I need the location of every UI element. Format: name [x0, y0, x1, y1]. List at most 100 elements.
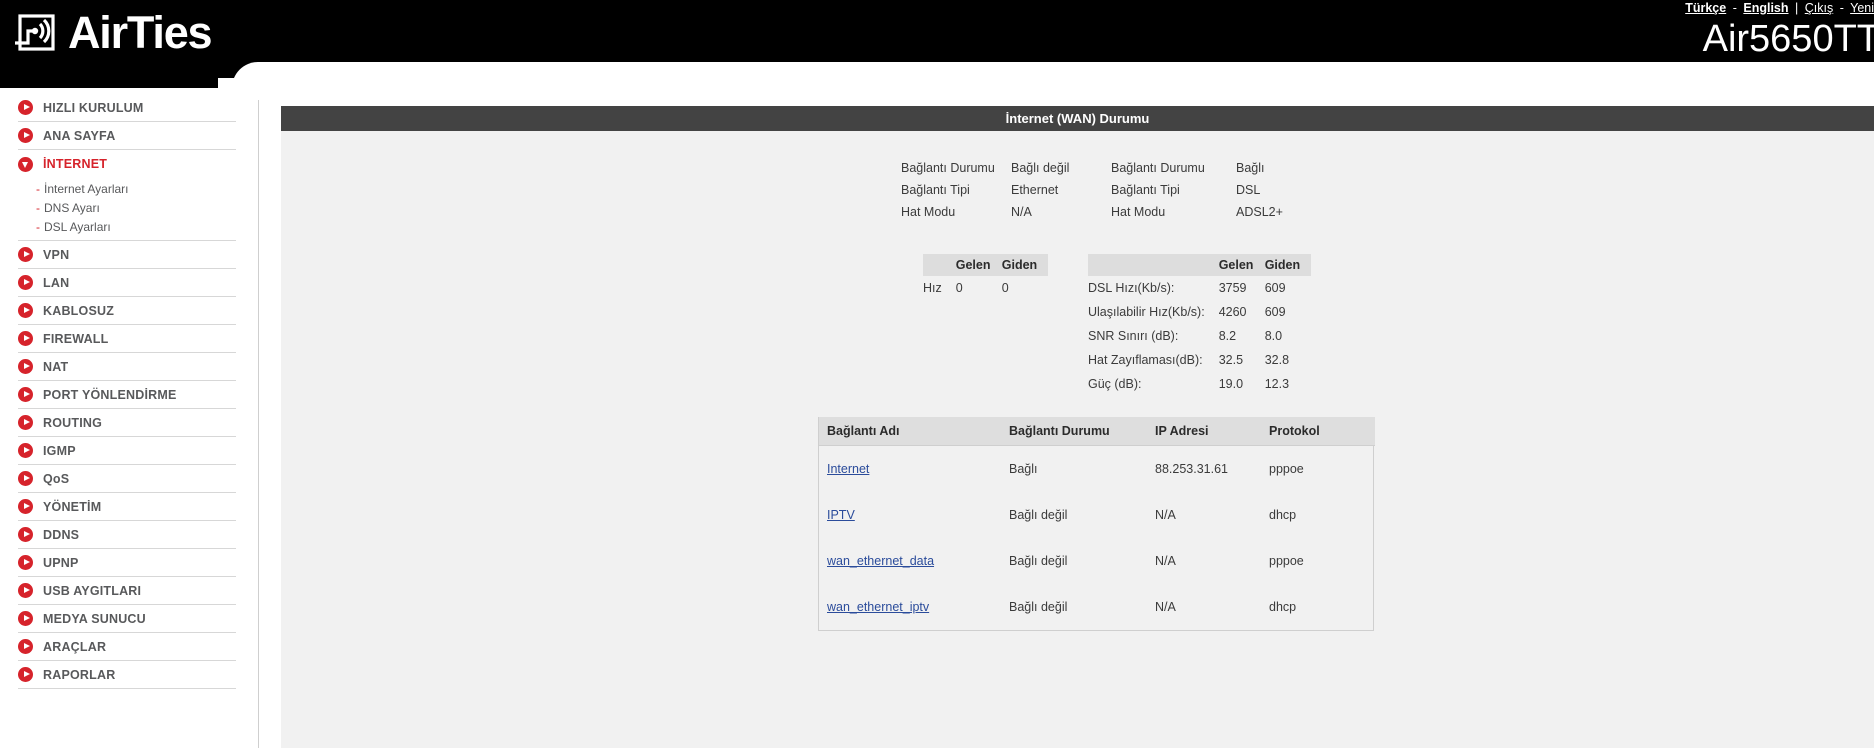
ethernet-connection-type-label: Bağlantı Tipi: [901, 183, 970, 197]
line-attenuation-in: 32.5: [1218, 353, 1244, 367]
sidebar-item-qos[interactable]: QoS: [18, 465, 236, 493]
chevron-right-icon: [18, 100, 33, 115]
header-curve-decoration-2: [218, 78, 1874, 88]
table-row: Hat Zayıflaması(dB): 32.5 32.8: [1088, 348, 1311, 372]
dsl-line-mode-value: ADSL2+: [1236, 205, 1283, 219]
throughput-row-out: 0: [1001, 281, 1009, 295]
logout-link[interactable]: Çıkış: [1805, 1, 1833, 15]
sidebar-item-firewall[interactable]: FIREWALL: [18, 325, 236, 353]
sidebar-item-label: MEDYA SUNUCU: [43, 611, 146, 626]
sidebar-item-port-yonlendirme[interactable]: PORT YÖNLENDİRME: [18, 381, 236, 409]
sidebar-item-routing[interactable]: ROUTING: [18, 409, 236, 437]
table-row: wan_ethernet_iptv Bağlı değil N/A dhcp: [819, 584, 1375, 630]
connection-link-internet[interactable]: Internet: [827, 462, 869, 476]
sidebar-item-usb-aygitlari[interactable]: USB AYGITLARI: [18, 577, 236, 605]
sidebar-subitem-dsl-ayarlari[interactable]: - DSL Ayarları: [18, 217, 236, 236]
connection-status-cell: Bağlı: [1009, 462, 1038, 476]
sidebar-item-vpn[interactable]: VPN: [18, 241, 236, 269]
chevron-right-icon: [18, 583, 33, 598]
dsl-status-column: Bağlantı Durumu Bağlı Bağlantı Tipi DSL …: [1111, 157, 1326, 223]
sidebar-item-nat[interactable]: NAT: [18, 353, 236, 381]
sidebar-item-label: HIZLI KURULUM: [43, 100, 144, 115]
connection-ip-cell: N/A: [1155, 554, 1176, 568]
dash-icon: -: [36, 181, 40, 196]
content-body: Bağlantı Durumu Bağlı değil Bağlantı Tip…: [281, 131, 1874, 748]
connection-link-iptv[interactable]: IPTV: [827, 508, 855, 522]
sidebar-item-igmp[interactable]: IGMP: [18, 437, 236, 465]
wan-status-block: Bağlantı Durumu Bağlı değil Bağlantı Tip…: [901, 157, 1326, 223]
sidebar-item-internet[interactable]: İNTERNET: [18, 150, 236, 178]
separator-dash-2: -: [1839, 1, 1844, 15]
connection-name-cell: IPTV: [819, 492, 1001, 538]
sidebar-item-label: PORT YÖNLENDİRME: [43, 387, 177, 402]
sidebar-item-hizli-kurulum[interactable]: HIZLI KURULUM: [18, 94, 236, 122]
connection-protocol-cell: dhcp: [1269, 508, 1297, 522]
sidebar-nav: HIZLI KURULUM ANA SAYFA İNTERNET - İnter…: [0, 88, 258, 748]
ethernet-status-column: Bağlantı Durumu Bağlı değil Bağlantı Tip…: [901, 157, 1111, 223]
table-row: IPTV Bağlı değil N/A dhcp: [819, 492, 1375, 538]
language-link-turkish[interactable]: Türkçe: [1685, 1, 1726, 15]
throughput-row-in: 0: [955, 281, 963, 295]
language-link-english[interactable]: English: [1743, 1, 1788, 15]
sidebar-item-label: ROUTING: [43, 415, 103, 430]
sidebar-submenu-internet: - İnternet Ayarları - DNS Ayarı - DSL Ay…: [18, 178, 236, 241]
dash-icon: -: [36, 200, 40, 215]
sidebar-divider: [258, 100, 259, 748]
dsl-stats-table: Gelen Giden DSL Hızı(Kb/s): 3759 609 Ula…: [1088, 254, 1311, 396]
sidebar-item-label: NAT: [43, 359, 69, 374]
brand-name: AirTies: [68, 7, 213, 58]
chevron-right-icon: [18, 331, 33, 346]
dsl-connection-type-value: DSL: [1236, 183, 1261, 197]
connection-link-wan-ethernet-data[interactable]: wan_ethernet_data: [827, 554, 934, 568]
connection-status-cell: Bağlı değil: [1009, 600, 1068, 614]
sidebar-item-medya-sunucu[interactable]: MEDYA SUNUCU: [18, 605, 236, 633]
line-attenuation-out: 32.8: [1264, 353, 1290, 367]
chevron-right-icon: [18, 443, 33, 458]
sidebar-subitem-internet-ayarlari[interactable]: - İnternet Ayarları: [18, 179, 236, 198]
dsl-rate-out: 609: [1264, 281, 1286, 295]
chevron-right-icon: [18, 611, 33, 626]
sidebar-subitem-dns-ayari[interactable]: - DNS Ayarı: [18, 198, 236, 217]
sidebar-item-label: KABLOSUZ: [43, 303, 115, 318]
restart-link[interactable]: Yeni: [1850, 1, 1874, 15]
dsl-header-out: Giden: [1264, 254, 1311, 276]
connection-protocol-cell: pppoe: [1269, 554, 1304, 568]
dsl-blank-header: [1088, 254, 1219, 276]
connection-status-cell: Bağlı değil: [1009, 554, 1068, 568]
sidebar-item-kablosuz[interactable]: KABLOSUZ: [18, 297, 236, 325]
sidebar-item-ana-sayfa[interactable]: ANA SAYFA: [18, 122, 236, 150]
sidebar-item-araclar[interactable]: ARAÇLAR: [18, 633, 236, 661]
brand-logo[interactable]: AirTies: [14, 7, 213, 58]
column-header-ip-address: IP Adresi: [1147, 417, 1261, 446]
throughput-blank-header: [923, 254, 956, 276]
chevron-right-icon: [18, 275, 33, 290]
ethernet-connection-type-value: Ethernet: [1011, 183, 1059, 197]
chevron-right-icon: [18, 639, 33, 654]
sidebar-item-label: RAPORLAR: [43, 667, 116, 682]
sidebar-item-yonetim[interactable]: YÖNETİM: [18, 493, 236, 521]
sidebar-item-label: ARAÇLAR: [43, 639, 107, 654]
connection-ip-cell: N/A: [1155, 508, 1176, 522]
main-content: İnternet (WAN) Durumu Bağlantı Durumu Ba…: [281, 106, 1874, 748]
connection-ip-cell: 88.253.31.61: [1155, 462, 1228, 476]
separator-dash: -: [1732, 1, 1737, 15]
chevron-right-icon: [18, 667, 33, 682]
sidebar-item-raporlar[interactable]: RAPORLAR: [18, 661, 236, 689]
sidebar-item-label: QoS: [43, 471, 70, 486]
chevron-right-icon: [18, 247, 33, 262]
throughput-header-in: Gelen: [955, 254, 1002, 276]
connection-link-wan-ethernet-iptv[interactable]: wan_ethernet_iptv: [827, 600, 929, 614]
table-row: Hız 0 0: [923, 276, 1048, 300]
dash-icon: -: [36, 219, 40, 234]
chevron-right-icon: [18, 527, 33, 542]
sidebar-subitem-label: DSL Ayarları: [44, 219, 111, 234]
chevron-down-icon: [18, 156, 33, 172]
sidebar-item-label: FIREWALL: [43, 331, 109, 346]
separator-pipe: |: [1795, 1, 1799, 15]
sidebar-item-ddns[interactable]: DDNS: [18, 521, 236, 549]
ethernet-line-mode-label: Hat Modu: [901, 205, 956, 219]
sidebar-item-lan[interactable]: LAN: [18, 269, 236, 297]
power-in: 19.0: [1218, 377, 1244, 391]
table-row: wan_ethernet_data Bağlı değil N/A pppoe: [819, 538, 1375, 584]
sidebar-item-upnp[interactable]: UPNP: [18, 549, 236, 577]
